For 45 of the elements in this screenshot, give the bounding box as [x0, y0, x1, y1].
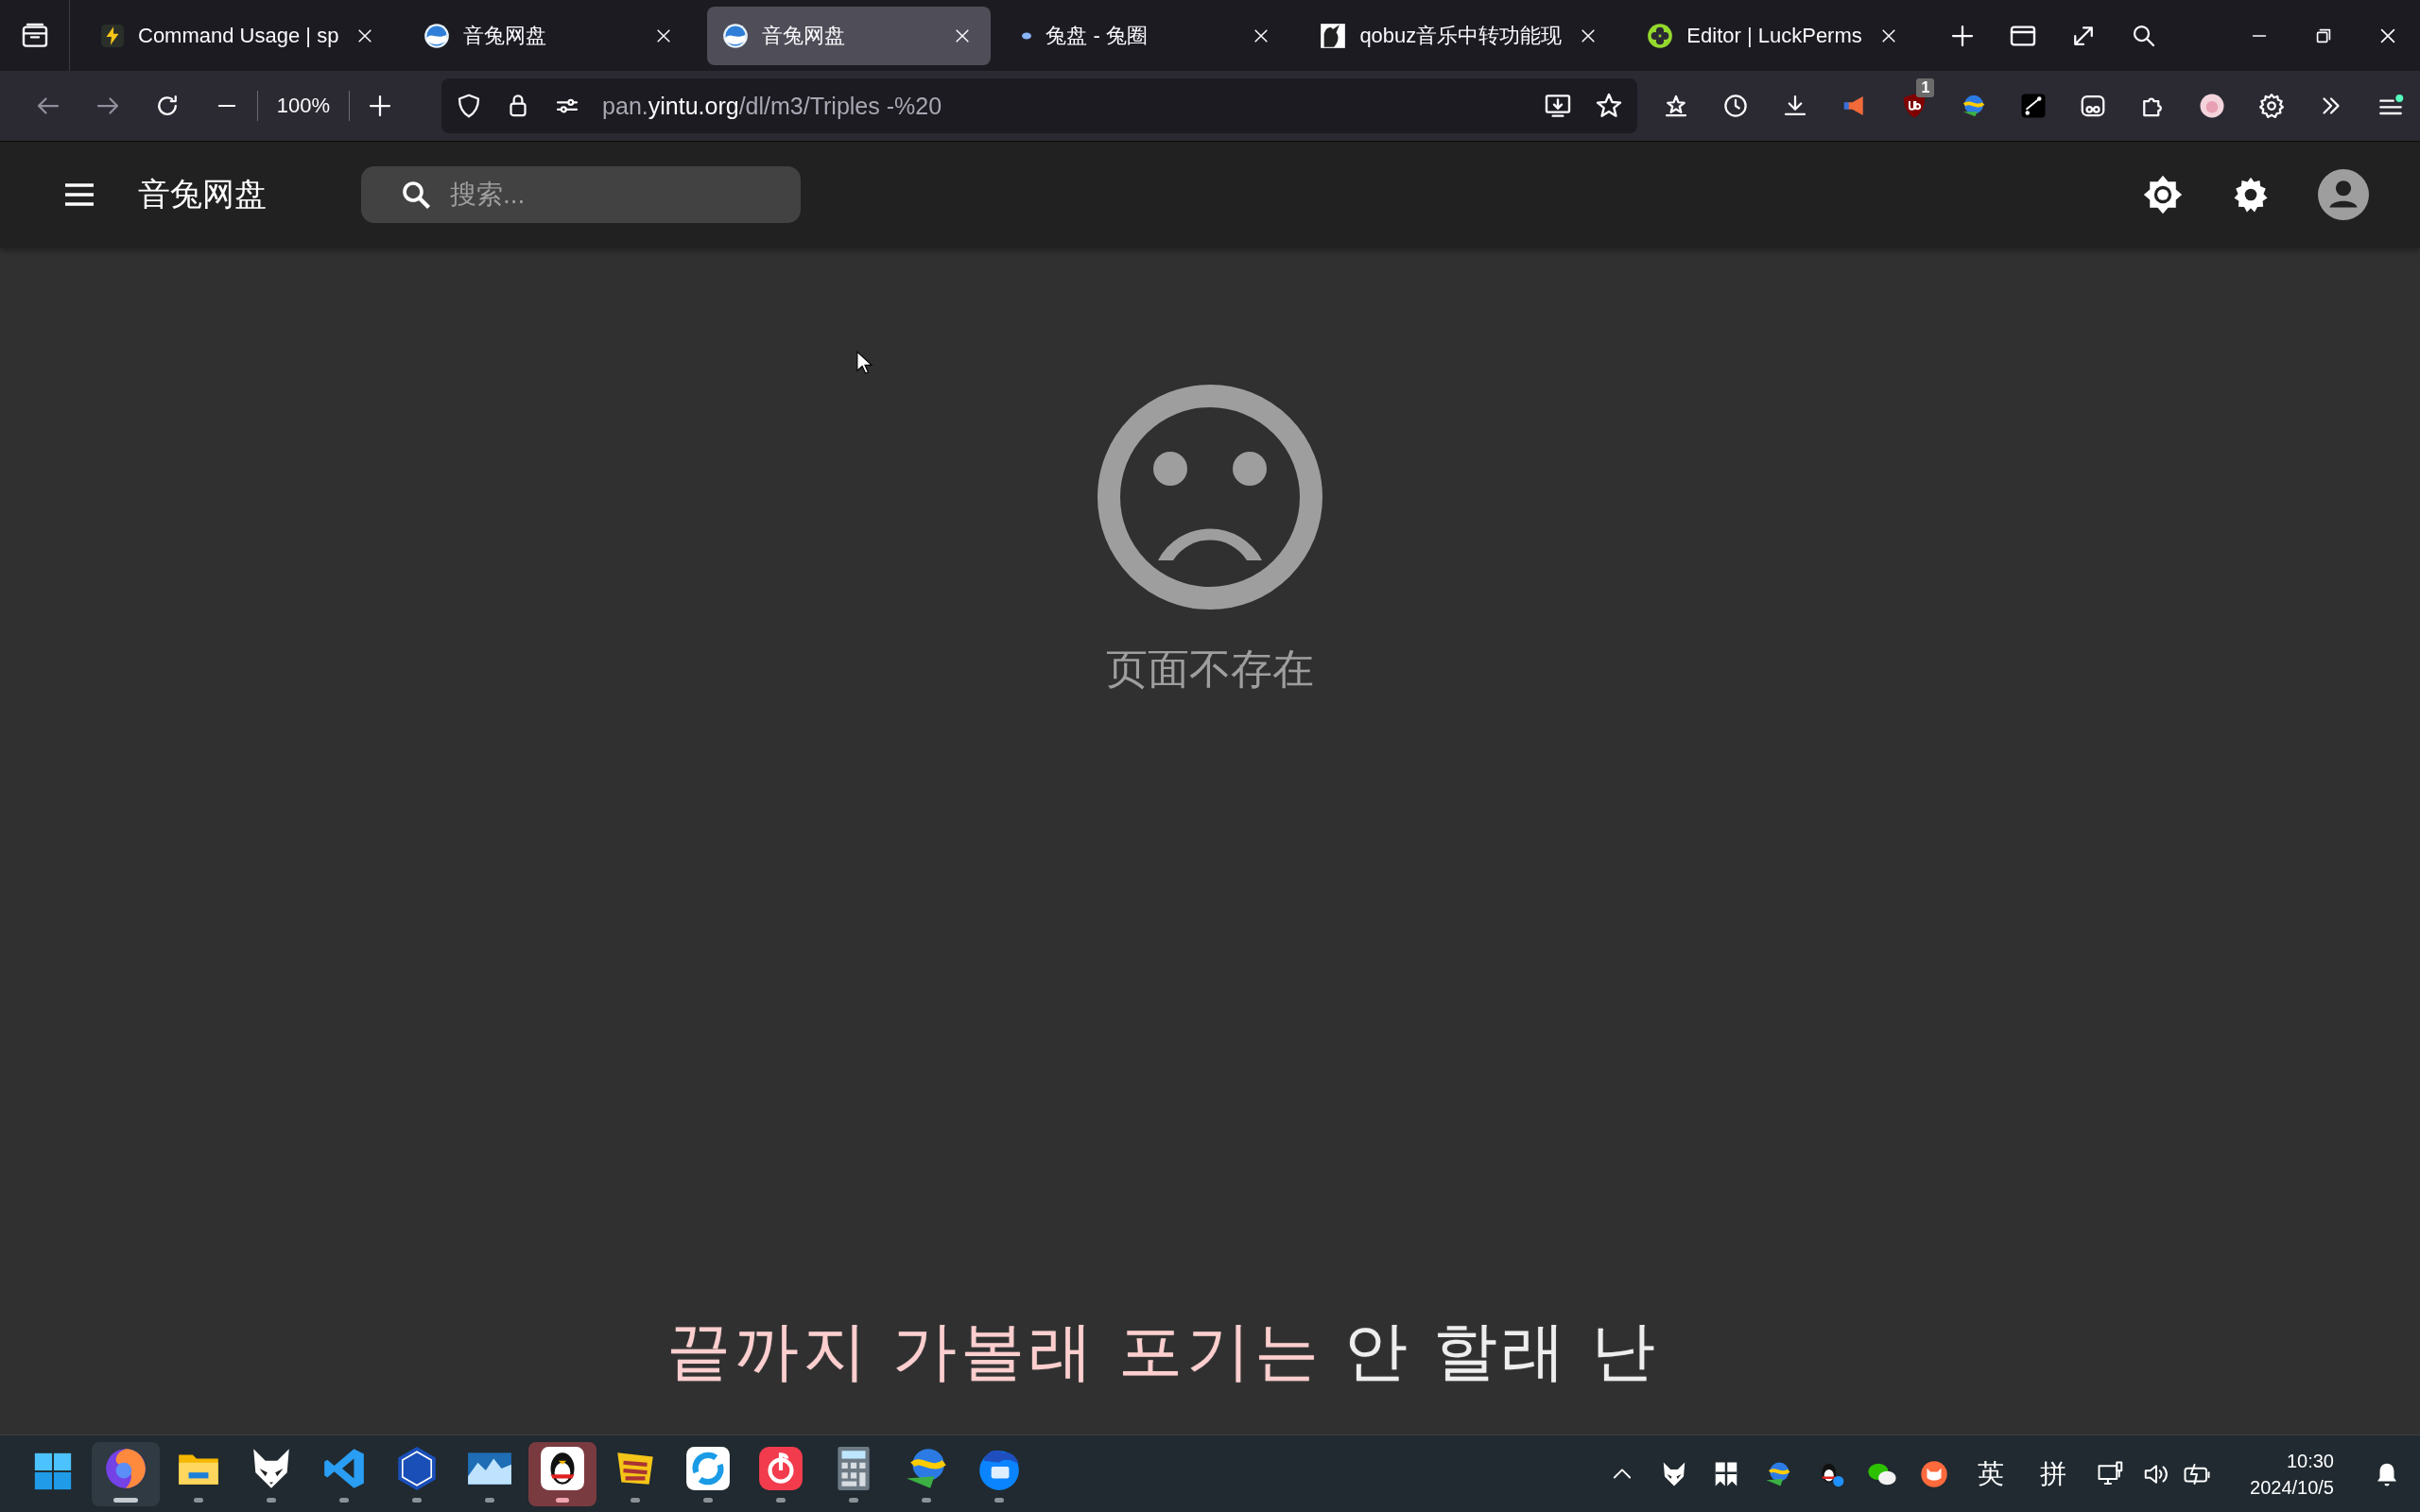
- running-indicator: [849, 1498, 858, 1503]
- settings-icon[interactable]: [2256, 92, 2286, 120]
- browser-tab[interactable]: 兔盘 - 兔圈: [1006, 6, 1290, 65]
- browser-tab[interactable]: Editor | LuckPerms: [1632, 6, 1917, 65]
- running-indicator: [631, 1498, 640, 1503]
- running-indicator: [113, 1498, 138, 1503]
- taskbar-app-button[interactable]: [92, 1441, 160, 1506]
- account-avatar-icon[interactable]: [2318, 169, 2369, 220]
- clock-date: 2024/10/5: [2250, 1475, 2334, 1500]
- running-indicator: [703, 1498, 713, 1503]
- address-field[interactable]: pan.yintu.org/dl/m3/Triples -%20: [441, 78, 1637, 133]
- lyrics-upcoming-text: 안 할래 난: [1343, 1314, 1659, 1388]
- cat-face-icon[interactable]: [1919, 1459, 1948, 1488]
- browser-tab[interactable]: 音兔网盘: [707, 6, 992, 65]
- lightning-icon: [100, 23, 125, 48]
- brightness-icon[interactable]: [2142, 174, 2184, 215]
- browser-tab[interactable]: Command Usage | sp: [85, 6, 394, 65]
- taskbar-app-button[interactable]: [528, 1441, 596, 1506]
- running-indicator: [994, 1498, 1004, 1503]
- error-message: 页面不存在: [1106, 644, 1314, 694]
- running-indicator: [194, 1498, 203, 1503]
- running-indicator: [267, 1498, 276, 1503]
- running-indicator: [339, 1498, 349, 1503]
- clover-icon: [1647, 22, 1674, 49]
- running-indicator: [556, 1498, 569, 1503]
- input-language-button[interactable]: 英: [1960, 1454, 2022, 1493]
- zoom-level-button[interactable]: 100%: [257, 94, 350, 118]
- input-mode-button[interactable]: 拼: [2022, 1454, 2084, 1493]
- notification-badge: 1: [1916, 78, 1935, 97]
- wave-logo-icon: [424, 22, 451, 49]
- clock-time: 10:30: [2286, 1449, 2334, 1473]
- clock-button[interactable]: 10:30 2024/10/5: [2244, 1446, 2340, 1502]
- browser-tab[interactable]: qobuz音乐中转功能现: [1305, 6, 1617, 65]
- running-indicator: [485, 1498, 494, 1503]
- wave-logo-icon: [722, 22, 750, 49]
- penguin-icon: [539, 1445, 586, 1492]
- running-indicator: [776, 1498, 786, 1503]
- browser-tab[interactable]: 音兔网盘: [408, 6, 693, 65]
- running-indicator: [922, 1498, 931, 1503]
- running-indicator: [412, 1498, 422, 1503]
- sad-face-icon: [1098, 385, 1322, 610]
- history-icon[interactable]: [1721, 92, 1750, 120]
- lyrics-sung-text: 끝까지 가볼래 포기는: [666, 1314, 1322, 1388]
- app-title: 音兔网盘: [138, 175, 267, 214]
- search-field[interactable]: 搜索...: [361, 166, 801, 223]
